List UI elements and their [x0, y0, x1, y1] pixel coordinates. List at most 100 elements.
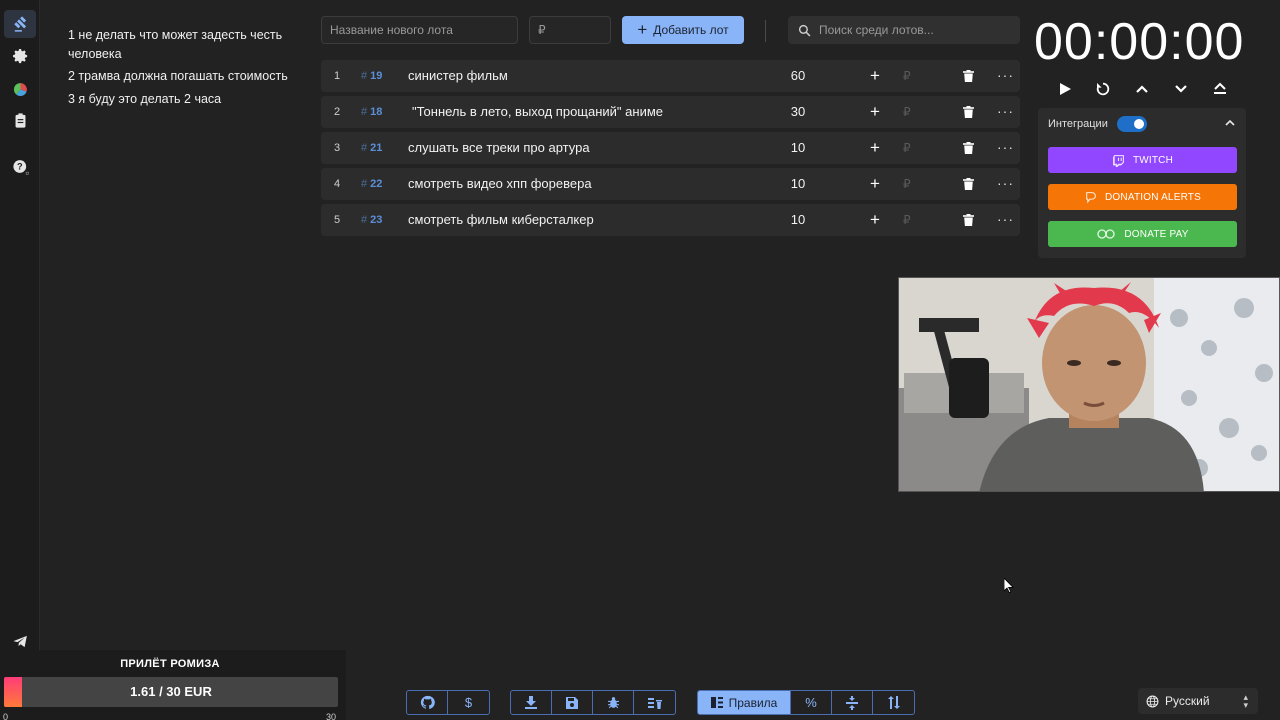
- clear-lots-button[interactable]: [634, 691, 675, 714]
- lot-row[interactable]: 2 #18 "Тоннель в лето, выход прощаний" а…: [321, 96, 1020, 128]
- donation-progress-text: 1.61 / 30 EUR: [130, 684, 212, 699]
- add-lot-button[interactable]: + Добавить лот: [622, 16, 744, 44]
- rule-line: 1 не делать что может задесть честь чело…: [68, 28, 283, 61]
- trash-icon[interactable]: [963, 214, 974, 226]
- lot-name[interactable]: "Тоннель в лето, выход прощаний" аниме: [412, 96, 663, 128]
- lot-id-value: 23: [370, 214, 383, 226]
- trash-icon[interactable]: [963, 178, 974, 190]
- rules-text[interactable]: 1 не делать что может задесть честь чело…: [68, 26, 308, 112]
- add-lot-label: Добавить лот: [653, 23, 729, 37]
- lot-amount[interactable]: 60: [781, 60, 815, 92]
- language-select[interactable]: Русский ▴ ▾: [1138, 688, 1258, 714]
- twitch-button[interactable]: TWITCH: [1048, 147, 1237, 173]
- rules-icon: [710, 697, 723, 708]
- lot-id: #19: [361, 60, 382, 92]
- download-button[interactable]: [511, 691, 552, 714]
- trash-icon[interactable]: [963, 70, 974, 82]
- hash-icon: #: [361, 178, 368, 190]
- auction-nav-button[interactable]: [4, 10, 36, 38]
- hash-icon: #: [361, 106, 368, 118]
- donate-pay-icon: [1097, 229, 1116, 239]
- lot-name[interactable]: слушать все треки про артура: [408, 132, 590, 164]
- help-nav-button[interactable]: ?: [4, 152, 36, 180]
- settings-nav-button[interactable]: [4, 42, 36, 70]
- more-options-button[interactable]: ···: [997, 132, 1014, 162]
- select-arrows-icon: ▴ ▾: [1243, 692, 1248, 710]
- timer-double-up-button[interactable]: [1209, 78, 1231, 100]
- add-amount-button[interactable]: +: [870, 168, 880, 200]
- github-button[interactable]: [407, 691, 448, 714]
- lot-name[interactable]: смотреть фильм киберсталкер: [408, 204, 594, 236]
- reset-timer-button[interactable]: [1092, 78, 1114, 100]
- hash-icon: #: [361, 214, 368, 226]
- rules-button[interactable]: Правила: [698, 691, 791, 714]
- search-placeholder: Поиск среди лотов...: [819, 23, 934, 37]
- trash-icon[interactable]: [963, 142, 974, 154]
- chevron-up-icon[interactable]: [1224, 117, 1236, 129]
- lot-position: 5: [333, 214, 341, 226]
- globe-icon: [1146, 695, 1159, 707]
- donation-progress-bar: 1.61 / 30 EUR: [4, 677, 338, 707]
- sort-button[interactable]: [873, 691, 914, 714]
- bug-report-button[interactable]: [593, 691, 634, 714]
- save-button[interactable]: [552, 691, 593, 714]
- history-nav-button[interactable]: [4, 106, 36, 134]
- lot-amount[interactable]: 10: [781, 132, 815, 164]
- lot-name[interactable]: синистер фильм: [408, 60, 508, 92]
- trash-icon[interactable]: [963, 106, 974, 118]
- lot-row[interactable]: 4 #22 смотреть видео хпп форевера 10 + ₽…: [321, 168, 1020, 200]
- donate-pay-button[interactable]: DONATE PAY: [1048, 221, 1237, 247]
- lot-amount[interactable]: 10: [781, 168, 815, 200]
- more-options-button[interactable]: ···: [997, 60, 1014, 90]
- sidebar: ?: [0, 0, 40, 720]
- github-icon: [420, 695, 435, 709]
- currency-icon: ₽: [903, 213, 911, 227]
- twitch-label: TWITCH: [1132, 154, 1174, 166]
- add-amount-button[interactable]: +: [870, 132, 880, 164]
- lot-amount[interactable]: 30: [781, 96, 815, 128]
- help-icon: ?: [12, 159, 29, 175]
- data-button-group: [510, 690, 676, 715]
- compact-view-button[interactable]: [832, 691, 873, 714]
- add-amount-button[interactable]: +: [870, 96, 880, 128]
- donation-alerts-button[interactable]: DONATION ALERTS: [1048, 184, 1237, 210]
- mouse-cursor-icon: [1004, 578, 1014, 593]
- hash-icon: #: [361, 142, 368, 154]
- lot-amount[interactable]: 10: [781, 204, 815, 236]
- donation-min-label: 0: [3, 712, 9, 720]
- timer-down-button[interactable]: [1170, 78, 1192, 100]
- collapse-rows-icon: [846, 695, 858, 710]
- svg-text:?: ?: [16, 161, 22, 171]
- more-options-button[interactable]: ···: [997, 204, 1014, 234]
- search-input[interactable]: Поиск среди лотов...: [788, 16, 1020, 44]
- lot-amount-placeholder: ₽: [538, 23, 546, 37]
- lot-amount-input[interactable]: ₽: [529, 16, 611, 44]
- gear-icon: [12, 48, 27, 63]
- bug-icon: [607, 697, 619, 709]
- play-button[interactable]: [1054, 78, 1076, 100]
- add-amount-button[interactable]: +: [870, 60, 880, 92]
- lot-name-input[interactable]: Название нового лота: [321, 16, 518, 44]
- currency-icon: ₽: [903, 69, 911, 83]
- clipboard-icon: [15, 112, 25, 128]
- chevron-double-up-icon: [1214, 82, 1226, 94]
- donation-alerts-icon: [1086, 191, 1096, 203]
- more-options-button[interactable]: ···: [997, 96, 1014, 126]
- lot-name[interactable]: смотреть видео хпп форевера: [408, 168, 592, 200]
- more-options-button[interactable]: ···: [997, 168, 1014, 198]
- download-icon: [525, 696, 537, 709]
- hash-icon: #: [361, 70, 368, 82]
- dollar-icon: $: [464, 695, 473, 710]
- timer-up-button[interactable]: [1131, 78, 1153, 100]
- lot-row[interactable]: 5 #23 смотреть фильм киберсталкер 10 + ₽…: [321, 204, 1020, 236]
- stats-nav-button[interactable]: [4, 75, 36, 103]
- reset-icon: [1096, 82, 1110, 96]
- percent-button[interactable]: %: [791, 691, 832, 714]
- integrations-toggle[interactable]: [1117, 116, 1147, 132]
- donate-link-button[interactable]: $: [448, 691, 489, 714]
- toolbar-divider: [765, 20, 766, 42]
- lot-row[interactable]: 3 #21 слушать все треки про артура 10 + …: [321, 132, 1020, 164]
- integrations-panel: Интеграции TWITCH DONATION ALERTS DONATE…: [1038, 108, 1246, 258]
- lot-row[interactable]: 1 #19 синистер фильм 60 + ₽ ···: [321, 60, 1020, 92]
- add-amount-button[interactable]: +: [870, 204, 880, 236]
